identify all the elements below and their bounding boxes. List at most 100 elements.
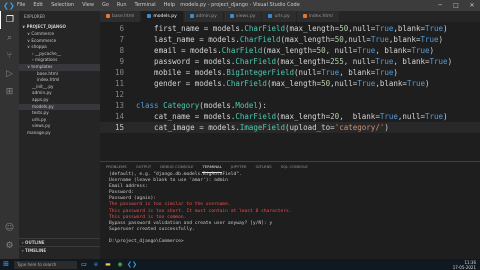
search-icon[interactable]: ⌕ [0, 29, 19, 47]
code-token: ) [384, 123, 389, 132]
tree-item[interactable]: views.py [19, 123, 100, 130]
code-token: , blank= [393, 57, 430, 66]
extensions-icon[interactable]: ⊞ [0, 83, 19, 101]
panel-tab[interactable]: SQL CONSOLE [281, 162, 308, 172]
maximize-icon[interactable]: □ [448, 0, 464, 11]
tree-item[interactable]: admin.py [19, 90, 100, 97]
code-token: (max_length= [275, 112, 331, 121]
clock-date: 17-05-2021 [452, 265, 476, 270]
editor-tab[interactable]: index.html [296, 11, 340, 22]
tree-item[interactable]: ∨ Ecommerce [19, 38, 100, 45]
outline-section[interactable]: › OUTLINE [19, 238, 103, 246]
minimize-icon[interactable]: ─ [432, 0, 448, 11]
code-token: 50 [316, 46, 326, 55]
project-section[interactable]: ∨ PROJECT_DJANGO [19, 23, 100, 31]
menu-file[interactable]: File [17, 0, 25, 11]
tree-item[interactable]: urls.py [19, 117, 100, 124]
code-token: email = models. [136, 46, 222, 55]
line-number: 11 [114, 79, 124, 88]
editor-tab[interactable]: admin.py [183, 11, 224, 22]
code-token: gender = models. [136, 79, 227, 88]
explorer-icon[interactable]: ❐ [0, 11, 19, 29]
taskbar-search-input[interactable]: Type here to search [14, 260, 77, 269]
code-token: ,blank= [388, 35, 421, 44]
account-icon[interactable]: ☺ [0, 219, 19, 237]
tree-item[interactable]: › migrations [19, 57, 100, 64]
line-number: 15 [114, 123, 124, 132]
code-token: True [379, 112, 398, 121]
code-line: 8 email = models.CharField(max_length=50… [100, 45, 480, 56]
edge-browser-icon[interactable]: e [91, 259, 101, 270]
code-line: 11 gender = models.CharField(max_length=… [100, 78, 480, 89]
menu-run[interactable]: Run [117, 0, 127, 11]
tree-item[interactable]: apps.py [19, 97, 100, 104]
panel-tab[interactable]: TERMINAL [202, 162, 222, 173]
task-view-icon[interactable]: ▭ [79, 259, 89, 270]
menu-selection[interactable]: Selection [51, 0, 74, 11]
taskbar: ⊞ Type here to search ▭ e ▬ ◉ ❮❯ 11:36 1… [0, 259, 480, 270]
tree-item[interactable]: manage.py [19, 130, 100, 137]
window-controls: ─ □ ✕ [432, 0, 480, 11]
vscode-taskbar-icon[interactable]: ❮❯ [127, 259, 137, 270]
code-line: 7 last_name = models.CharField(max_lengt… [100, 34, 480, 45]
code-token: 20 [330, 112, 340, 121]
tree-item[interactable]: base.html [19, 71, 100, 78]
tree-item[interactable]: tests.py [19, 110, 100, 117]
timeline-section[interactable]: › TIMELINE [19, 246, 103, 254]
tree-item[interactable]: __init__.py [19, 84, 100, 91]
code-token: 'category/' [334, 123, 385, 132]
title-bar: ❮❯ File Edit Selection View Go Run Termi… [0, 0, 480, 11]
menu-go[interactable]: Go [102, 0, 109, 11]
code-token: ) [393, 68, 398, 77]
line-number: 8 [119, 46, 124, 55]
menu-view[interactable]: View [82, 0, 94, 11]
tree-item[interactable]: ∨ Commerce [19, 31, 100, 38]
code-token: CharField [226, 79, 267, 88]
panel-tab[interactable]: PROBLEMS [106, 162, 127, 172]
editor-tab[interactable]: urls.py [262, 11, 297, 22]
terminal[interactable]: (default), e.g. "django.db.models.BigAut… [100, 172, 480, 245]
code-token: ): [257, 101, 267, 110]
close-icon[interactable]: ✕ [464, 0, 480, 11]
code-text: last_name = models.CharField(max_length=… [136, 34, 443, 45]
code-token: True [406, 79, 425, 88]
panel-tab[interactable]: DEBUG CONSOLE [160, 162, 193, 172]
line-number: 7 [119, 35, 124, 44]
explorer-header: EXPLORER [24, 14, 45, 19]
tree-item[interactable]: index.html [19, 77, 100, 84]
panel-tab[interactable]: OUTPUT [136, 162, 151, 172]
tree-item[interactable]: ∨ shoppa [19, 44, 100, 51]
panel-tab[interactable]: GITLENS [256, 162, 272, 172]
gear-icon[interactable]: ⚙ [0, 237, 19, 255]
line-number: 10 [114, 68, 124, 77]
tree-item[interactable]: › __pycache__ [19, 51, 100, 58]
windows-start-icon[interactable]: ⊞ [0, 259, 12, 270]
tab-label: urls.py [274, 14, 290, 19]
code-editor[interactable]: 6 first_name = models.CharField(max_leng… [100, 22, 480, 137]
code-token: ,blank= [375, 79, 407, 88]
code-token: (max_length= [275, 57, 331, 66]
editor-tab[interactable]: models.py [141, 11, 184, 22]
file-type-icon [147, 13, 152, 18]
code-token: CharField [221, 46, 263, 55]
panel-tab[interactable]: JUPYTER [231, 162, 247, 172]
explorer-sidebar: EXPLORER ∨ PROJECT_DJANGO ∨ Commerce ∨ Ec… [19, 11, 103, 259]
tree-item[interactable]: ∨ templates [19, 63, 100, 71]
code-token: ImageField [239, 123, 286, 132]
tree-item[interactable]: models.py [19, 103, 100, 111]
run-debug-icon[interactable]: ▷ [0, 65, 19, 83]
source-control-icon[interactable]: ⑂ [0, 47, 19, 65]
editor-tab[interactable]: views.py [223, 11, 263, 22]
code-token: ) [438, 35, 444, 44]
tab-label: models.py [153, 14, 177, 19]
code-text: email = models.CharField(max_length=50, … [136, 45, 434, 56]
chrome-icon[interactable]: ◉ [115, 259, 125, 270]
menu-edit[interactable]: Edit [33, 0, 43, 11]
editor-tab[interactable]: base.html [100, 11, 142, 22]
file-explorer-icon[interactable]: ▬ [103, 259, 113, 270]
tab-label: index.html [308, 14, 333, 19]
file-type-icon [229, 13, 234, 18]
window-title: models.py - project_django - Visual Stud… [180, 2, 300, 8]
code-token: BigIntegerField [226, 68, 295, 77]
file-type-icon [106, 13, 110, 18]
